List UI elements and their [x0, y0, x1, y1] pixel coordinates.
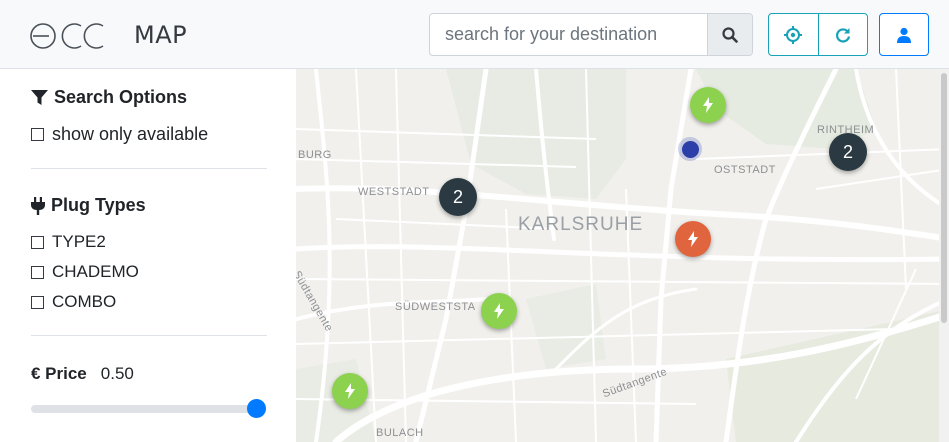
price-heading: € Price 0.50 [31, 364, 134, 384]
cluster-count: 2 [452, 186, 463, 207]
ecc-logo[interactable] [29, 22, 105, 50]
plug-type-checkbox[interactable] [31, 235, 44, 249]
bolt-icon [494, 303, 504, 319]
user-location-dot [678, 137, 702, 161]
plug-type-checkbox[interactable] [31, 265, 44, 279]
show-available-option[interactable]: show only available [31, 124, 208, 145]
profile-button[interactable] [879, 13, 929, 56]
search-input[interactable] [430, 14, 707, 55]
cluster-marker[interactable]: 2 [829, 133, 867, 171]
plug-type-option[interactable]: CHADEMO [31, 262, 139, 282]
cluster-count: 2 [842, 141, 853, 162]
map-label: BULACH [376, 427, 424, 439]
plug-types-heading: Plug Types [31, 195, 146, 216]
cluster-marker[interactable]: 2 [439, 178, 477, 216]
map-label: OSTSTADT [714, 164, 776, 176]
section-divider [31, 335, 267, 336]
plug-icon [31, 196, 45, 215]
charger-marker-available[interactable] [332, 373, 368, 409]
search-options-heading: Search Options [31, 87, 187, 108]
top-navbar: MAP [0, 0, 949, 69]
price-slider-track[interactable] [31, 405, 261, 413]
search-icon [722, 26, 738, 43]
app-title: MAP [134, 21, 188, 49]
plug-type-label: TYPE2 [52, 232, 106, 251]
locate-button[interactable] [769, 14, 818, 55]
crosshair-icon [784, 25, 803, 44]
charger-marker-available[interactable] [481, 293, 517, 329]
filter-icon [31, 90, 48, 105]
charger-marker-available[interactable] [690, 87, 726, 123]
plug-type-option[interactable]: TYPE2 [31, 232, 106, 252]
charger-marker-occupied[interactable] [675, 221, 711, 257]
map-label: SÜDWESTSTA [395, 301, 476, 313]
section-divider [31, 168, 267, 169]
price-value: 0.50 [100, 364, 134, 383]
price-title: € Price [31, 364, 87, 383]
user-icon [897, 27, 911, 43]
map-actions-group [768, 13, 868, 56]
plug-type-checkbox[interactable] [31, 295, 44, 309]
search-group [429, 13, 753, 56]
price-slider-thumb[interactable] [247, 399, 266, 418]
plug-type-label: COMBO [52, 292, 117, 311]
refresh-button[interactable] [817, 14, 868, 55]
bolt-icon [703, 97, 713, 113]
scrollbar-thumb[interactable] [941, 73, 947, 323]
search-button[interactable] [707, 14, 752, 55]
map-label: WESTSTADT [358, 186, 430, 198]
bolt-icon [688, 231, 698, 247]
refresh-icon [835, 27, 850, 43]
map-label: BURG [298, 149, 332, 161]
plug-types-title: Plug Types [51, 195, 146, 215]
page-scrollbar[interactable] [939, 69, 949, 442]
plug-type-option[interactable]: COMBO [31, 292, 116, 312]
show-available-checkbox[interactable] [31, 128, 44, 141]
show-available-label: show only available [52, 124, 209, 144]
bolt-icon [345, 383, 355, 399]
map-label-city: KARLSRUHE [518, 214, 644, 235]
plug-type-label: CHADEMO [52, 262, 139, 281]
map-view[interactable]: BURG WESTSTADT KARLSRUHE RINTHEIM OSTSTA… [296, 69, 949, 442]
search-options-title: Search Options [54, 87, 188, 107]
filter-sidebar: Search Options show only available Plug … [0, 69, 296, 442]
